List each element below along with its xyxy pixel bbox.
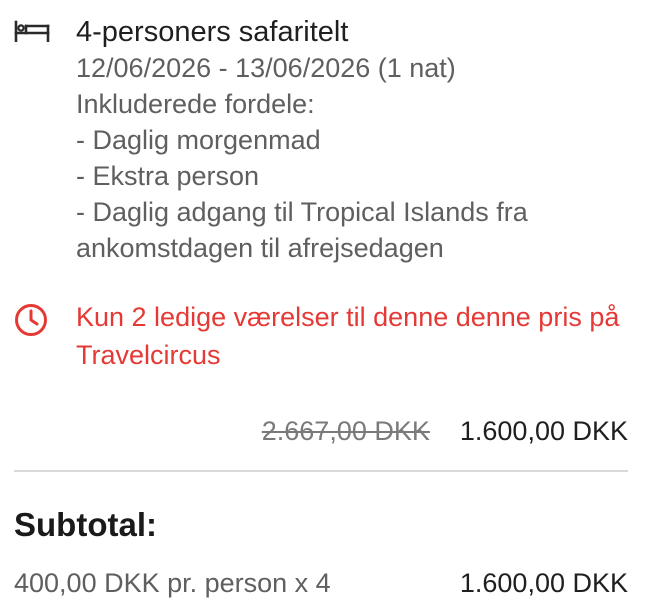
room-details: 4-personers safaritelt 12/06/2026 - 13/0… bbox=[76, 14, 636, 266]
subtotal-detail: 400,00 DKK pr. person x 4 bbox=[14, 568, 331, 598]
benefit-item: - Daglig morgenmad bbox=[76, 125, 321, 155]
benefit-item: - Daglig adgang til Tropical Islands fra… bbox=[76, 197, 528, 263]
benefit-item: - Ekstra person bbox=[76, 161, 260, 191]
benefits-heading: Inkluderede fordele: bbox=[76, 89, 315, 119]
subtotal-amount: 1.600,00 DKK bbox=[459, 568, 628, 598]
stay-dates: 12/06/2026 - 13/06/2026 (1 nat) bbox=[76, 53, 456, 83]
original-price: 2.667,00 DKK bbox=[261, 416, 430, 446]
subtotal-heading: Subtotal: bbox=[14, 506, 157, 543]
room-title: 4-personers safaritelt bbox=[76, 16, 349, 48]
availability-alert-text: Kun 2 ledige værelser til denne denne pr… bbox=[76, 302, 620, 370]
discounted-price: 1.600,00 DKK bbox=[459, 416, 628, 446]
bed-icon bbox=[14, 20, 50, 43]
subtotal-row: 400,00 DKK pr. person x 4 1.600,00 DKK bbox=[14, 568, 628, 599]
clock-icon bbox=[14, 303, 48, 337]
price-row: 2.667,00 DKK 1.600,00 DKK bbox=[262, 416, 628, 447]
divider bbox=[14, 470, 628, 472]
